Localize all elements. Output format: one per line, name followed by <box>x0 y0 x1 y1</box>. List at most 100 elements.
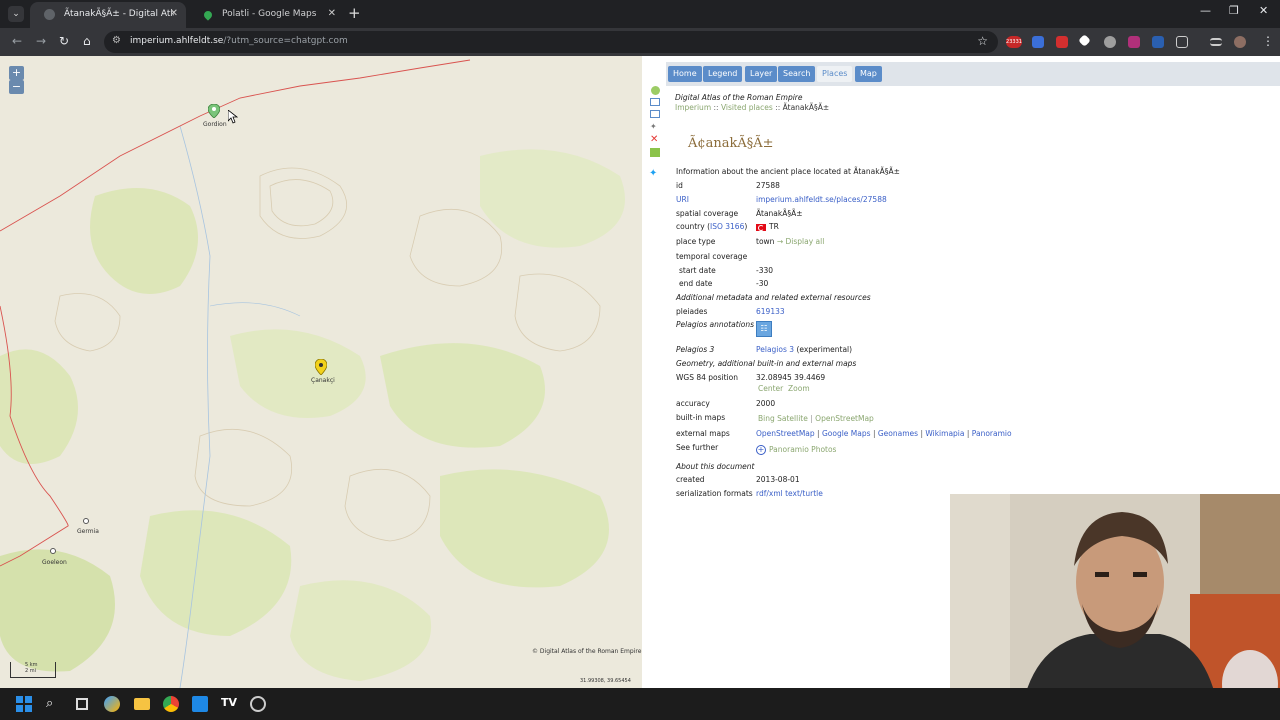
globe-tool-icon[interactable] <box>651 86 660 95</box>
minimize-icon[interactable]: — <box>1200 4 1211 17</box>
nav-search[interactable]: Search <box>778 66 816 82</box>
osm-link[interactable]: OpenStreetMap <box>756 429 815 438</box>
place-type-text: town <box>756 237 775 246</box>
zoom-link[interactable]: Zoom <box>788 384 810 393</box>
nav-layer[interactable]: Layer <box>745 66 778 82</box>
menu-icon[interactable]: ⋮ <box>1262 34 1274 48</box>
id-value: 27588 <box>756 181 780 190</box>
place-label[interactable]: Germia <box>77 528 99 535</box>
wikimapia-link[interactable]: Wikimapia <box>925 429 964 438</box>
close-tab-icon[interactable]: ✕ <box>328 2 336 26</box>
recording-app-icon[interactable] <box>250 696 266 712</box>
nav-map[interactable]: Map <box>855 66 882 82</box>
blue-extension-icon[interactable] <box>1152 36 1164 48</box>
osm-builtin-link[interactable]: OpenStreetMap <box>815 414 874 423</box>
start-date-value: -330 <box>756 266 774 275</box>
center-link[interactable]: Center <box>758 384 783 393</box>
back-icon[interactable]: ← <box>12 34 22 48</box>
search-icon[interactable]: ⌕ <box>46 696 62 712</box>
task-view-icon[interactable] <box>76 698 88 710</box>
breadcrumb-root[interactable]: Imperium <box>675 103 711 112</box>
created-label: created <box>676 475 705 484</box>
home-icon[interactable]: ⌂ <box>83 34 91 48</box>
profile-avatar[interactable] <box>1234 36 1246 48</box>
reading-list-icon[interactable] <box>1210 38 1222 46</box>
image-tool-icon[interactable] <box>650 148 660 157</box>
cursor-coordinates: 31.99308, 39.65454 <box>580 678 631 684</box>
country-text: country <box>676 222 705 231</box>
diamond-extension-icon[interactable] <box>1078 34 1091 47</box>
export-tool-icon[interactable] <box>650 110 660 118</box>
restore-icon[interactable]: ❐ <box>1229 4 1239 17</box>
turkey-flag-icon <box>756 223 766 231</box>
nav-home[interactable]: Home <box>668 66 702 82</box>
extensions-puzzle-icon[interactable] <box>1176 36 1188 48</box>
breadcrumb-current: ÃtanakÃ§Ã± <box>782 103 830 112</box>
pelagios3-note: (experimental) <box>796 345 853 354</box>
site-info-icon[interactable]: ⚙ <box>112 35 121 46</box>
new-tab-button[interactable]: + <box>348 4 361 22</box>
print-tool-icon[interactable] <box>650 98 660 106</box>
globe-icon <box>44 9 55 20</box>
place-label[interactable]: Gordion <box>203 121 227 128</box>
file-explorer-icon[interactable] <box>134 698 150 710</box>
abp-extension-icon[interactable] <box>1056 36 1068 48</box>
breadcrumb-separator: :: <box>775 103 781 112</box>
display-all-link[interactable]: → Display all <box>777 237 824 246</box>
place-label[interactable]: Çanakçi <box>311 377 335 384</box>
nav-places[interactable]: Places <box>817 66 853 82</box>
iso-link[interactable]: ISO 3166 <box>710 222 744 231</box>
remove-tool-icon[interactable]: ✕ <box>650 134 658 145</box>
circle-extension-icon[interactable] <box>1104 36 1116 48</box>
pelagios-widget-icon[interactable]: ☷ <box>756 321 772 337</box>
place-marker-gordion[interactable] <box>207 103 221 122</box>
chrome-icon[interactable] <box>163 696 179 712</box>
uri-link[interactable]: imperium.ahlfeldt.se/places/27588 <box>756 195 887 204</box>
serialization-links[interactable]: rdf/xml text/turtle <box>756 489 823 498</box>
pleiades-link[interactable]: 619133 <box>756 307 785 316</box>
tab-digital-atlas[interactable]: ÃtanakÃ§Ã± - Digital Atlas of the Roman … <box>30 2 186 28</box>
tab-google-maps[interactable]: Polatli - Google Maps ✕ <box>188 2 344 28</box>
start-windows-icon[interactable] <box>16 696 32 712</box>
geonames-link[interactable]: Geonames <box>878 429 918 438</box>
pleiades-label: pleiades <box>676 307 708 316</box>
window-close-icon[interactable]: ✕ <box>1259 4 1268 17</box>
extension-badge-icon[interactable]: 23331 <box>1006 36 1022 48</box>
map-view[interactable]: + − Gordion Çanakçi Germia Goeleon 5 km 2… <box>0 56 642 688</box>
forward-icon[interactable]: → <box>36 34 46 48</box>
nav-legend[interactable]: Legend <box>703 66 743 82</box>
tradingview-icon[interactable]: TV <box>221 696 237 712</box>
panoramio-link[interactable]: Panoramio <box>972 429 1012 438</box>
panoramio-photos-link[interactable]: Panoramio Photos <box>769 445 836 454</box>
temporal-coverage-label: temporal coverage <box>676 252 748 261</box>
place-label[interactable]: Goeleon <box>42 559 67 566</box>
app-icon[interactable] <box>192 696 208 712</box>
place-marker-canakci[interactable] <box>314 358 328 379</box>
purple-extension-icon[interactable] <box>1128 36 1140 48</box>
os-taskbar: ⌕ TV <box>0 688 1280 720</box>
zoom-out-button[interactable]: − <box>9 80 24 94</box>
info-tool-icon[interactable]: ✦ <box>650 122 660 131</box>
accuracy-label: accuracy <box>676 399 710 408</box>
plus-circle-icon[interactable]: + <box>756 445 766 455</box>
bing-satellite-link[interactable]: Bing Satellite <box>758 414 808 423</box>
reload-icon[interactable]: ↻ <box>59 34 69 48</box>
place-marker-goeleon[interactable] <box>50 548 56 554</box>
breadcrumb-separator: :: <box>713 103 719 112</box>
breadcrumb-section[interactable]: Visited places <box>721 103 773 112</box>
zoom-in-button[interactable]: + <box>9 66 24 80</box>
translate-extension-icon[interactable] <box>1032 36 1044 48</box>
copilot-icon[interactable] <box>104 696 120 712</box>
tab-search-button[interactable]: ⌄ <box>8 6 24 22</box>
close-tab-icon[interactable]: ✕ <box>170 2 178 26</box>
google-maps-link[interactable]: Google Maps <box>822 429 871 438</box>
twitter-icon[interactable]: ✦ <box>649 168 657 179</box>
place-marker-germia[interactable] <box>83 518 89 524</box>
bookmark-star-icon[interactable]: ☆ <box>977 34 988 48</box>
country-code: TR <box>769 222 779 231</box>
address-bar[interactable]: ⚙ imperium.ahlfeldt.se/?utm_source=chatg… <box>104 31 998 53</box>
uri-label[interactable]: URI <box>676 195 689 204</box>
tab-title: Polatli - Google Maps <box>222 9 317 19</box>
external-maps-value: OpenStreetMap | Google Maps | Geonames |… <box>756 429 1012 438</box>
pelagios3-link[interactable]: Pelagios 3 <box>756 345 794 354</box>
